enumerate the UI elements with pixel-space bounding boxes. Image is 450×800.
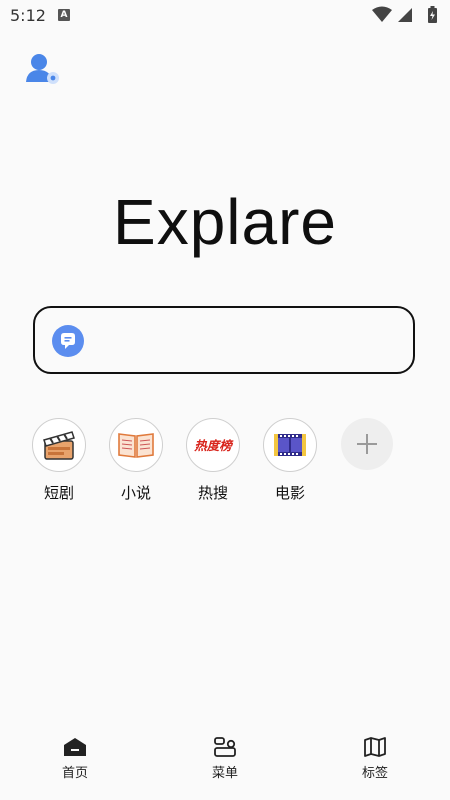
user-profile-icon[interactable] — [25, 52, 61, 86]
status-bar: 5:12 A — [0, 0, 450, 30]
tab-home[interactable]: 首页 — [35, 736, 115, 781]
hot-list-icon: 热度榜 — [186, 418, 240, 472]
tab-label: 菜单 — [211, 766, 238, 781]
shortcut-novel[interactable]: 小说 — [108, 418, 164, 503]
wifi-icon — [372, 6, 392, 22]
signal-icon — [398, 8, 412, 22]
shortcut-label: 电影 — [274, 484, 305, 502]
plus-icon — [341, 418, 393, 470]
battery-charging-icon — [428, 6, 437, 23]
shortcut-label: 热搜 — [197, 484, 228, 502]
shortcut-label: 小说 — [120, 484, 151, 502]
open-book-icon — [109, 418, 163, 472]
clapperboard-icon — [32, 418, 86, 472]
film-strip-icon — [263, 418, 317, 472]
bottom-tab-bar: 首页 菜单 标签 — [0, 728, 450, 800]
chat-bubble-icon[interactable] — [52, 325, 84, 357]
brand-title: Explare — [113, 186, 337, 258]
shortcut-hot-search[interactable]: 热度榜 热搜 — [185, 418, 241, 503]
notification-icon: A — [58, 9, 70, 21]
add-shortcut-button[interactable] — [339, 418, 395, 470]
shortcut-short-drama[interactable]: 短剧 — [31, 418, 87, 503]
tab-menu[interactable]: 菜单 — [185, 736, 265, 781]
tab-label: 标签 — [361, 766, 388, 781]
home-icon — [63, 736, 87, 758]
hot-list-icon-text: 热度榜 — [193, 438, 234, 453]
system-icons — [372, 6, 442, 24]
map-icon — [363, 736, 387, 758]
search-input[interactable] — [99, 326, 403, 358]
shortcut-movie[interactable]: 电影 — [262, 418, 318, 503]
menu-icon — [213, 736, 237, 758]
search-box[interactable] — [33, 306, 415, 374]
tab-label: 首页 — [61, 766, 88, 781]
tab-bookmarks[interactable]: 标签 — [335, 736, 415, 781]
shortcut-label: 短剧 — [43, 484, 74, 502]
status-time: 5:12 — [10, 6, 46, 25]
